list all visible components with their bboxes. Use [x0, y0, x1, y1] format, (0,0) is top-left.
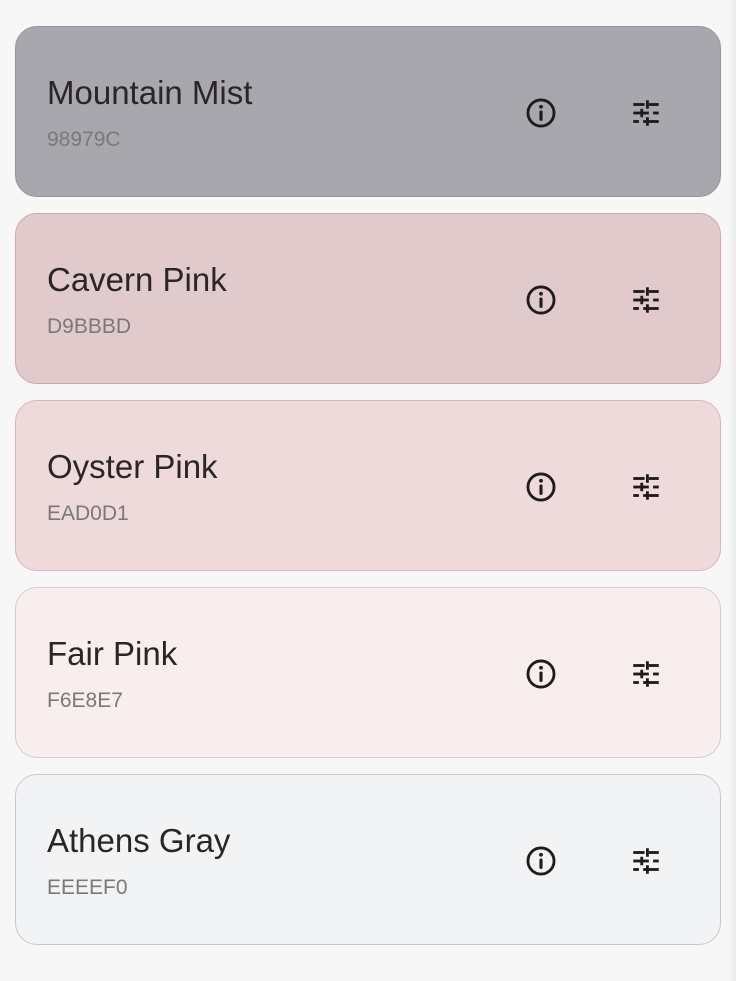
tune-icon [633, 100, 659, 126]
info-button[interactable] [521, 654, 561, 694]
color-card-athens-gray[interactable]: Athens Gray EEEEF0 [15, 774, 721, 945]
info-button[interactable] [521, 93, 561, 133]
color-hex: F6E8E7 [47, 689, 123, 712]
color-list: Mountain Mist 98979C Cavern Pink D9BBBD … [15, 26, 721, 945]
color-name: Athens Gray [47, 822, 231, 859]
color-name: Cavern Pink [47, 261, 227, 298]
info-icon [526, 659, 556, 689]
scroll-edge [728, 0, 736, 981]
info-button[interactable] [521, 467, 561, 507]
color-name: Oyster Pink [47, 448, 218, 485]
tune-icon [633, 474, 659, 500]
color-hex: EEEEF0 [47, 876, 128, 899]
tune-button[interactable] [626, 93, 666, 133]
info-button[interactable] [521, 280, 561, 320]
info-icon [526, 285, 556, 315]
color-hex: 98979C [47, 128, 121, 151]
info-icon [526, 846, 556, 876]
color-card-mountain-mist[interactable]: Mountain Mist 98979C [15, 26, 721, 197]
color-card-cavern-pink[interactable]: Cavern Pink D9BBBD [15, 213, 721, 384]
info-icon [526, 98, 556, 128]
info-button[interactable] [521, 841, 561, 881]
tune-button[interactable] [626, 654, 666, 694]
tune-button[interactable] [626, 841, 666, 881]
tune-button[interactable] [626, 467, 666, 507]
color-hex: D9BBBD [47, 315, 132, 338]
tune-icon [633, 287, 659, 313]
color-hex: EAD0D1 [47, 502, 129, 525]
tune-button[interactable] [626, 280, 666, 320]
info-icon [526, 472, 556, 502]
tune-icon [633, 848, 659, 874]
color-name: Mountain Mist [47, 74, 253, 111]
color-card-oyster-pink[interactable]: Oyster Pink EAD0D1 [15, 400, 721, 571]
tune-icon [633, 661, 659, 687]
color-card-fair-pink[interactable]: Fair Pink F6E8E7 [15, 587, 721, 758]
color-name: Fair Pink [47, 635, 178, 672]
